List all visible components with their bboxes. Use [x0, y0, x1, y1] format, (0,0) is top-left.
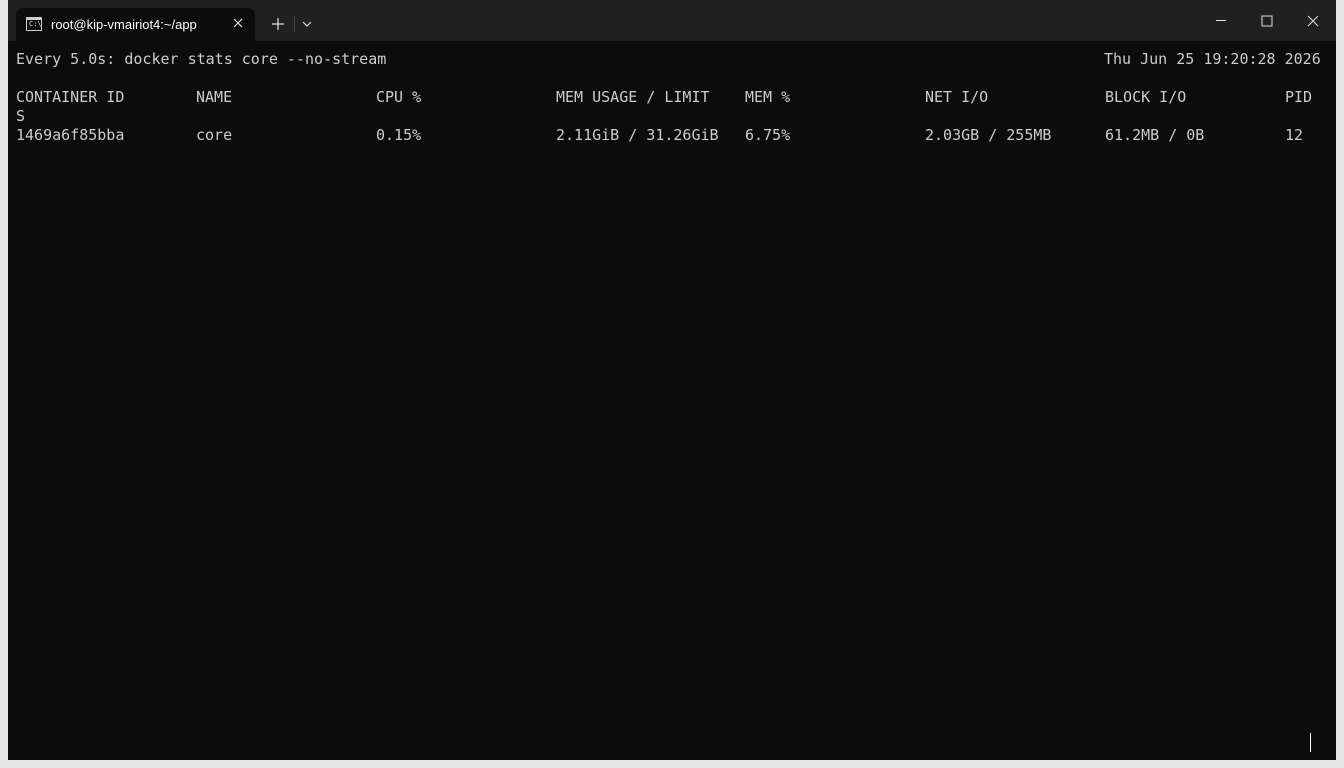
header-container-id: CONTAINER ID [16, 88, 125, 106]
close-icon [1307, 15, 1319, 27]
watch-datetime: Thu Jun 25 19:20:28 2026 [1104, 50, 1321, 68]
header-mem-usage: MEM USAGE / LIMIT [556, 88, 710, 106]
header-wrap-char: S [16, 107, 26, 125]
close-tab-icon[interactable] [229, 14, 247, 32]
chevron-down-icon [302, 21, 312, 27]
cell-name: core [196, 126, 233, 144]
maximize-icon [1261, 15, 1273, 27]
header-block-io: BLOCK I/O [1105, 88, 1187, 106]
close-window-button[interactable] [1290, 0, 1336, 41]
header-cpu: CPU % [376, 88, 422, 106]
header-pids: PID [1285, 88, 1313, 106]
tab-terminal[interactable]: C:\ root@kip-vmairiot4:~/app [16, 8, 255, 41]
minimize-icon [1216, 20, 1226, 21]
cell-mem-pct: 6.75% [745, 126, 791, 144]
cell-container-id: 1469a6f85bba [16, 126, 125, 144]
terminal-icon-text: C:\ [29, 20, 42, 28]
terminal-output[interactable]: Every 5.0s: docker stats core --no-strea… [16, 41, 1328, 760]
header-name: NAME [196, 88, 233, 106]
text-cursor [1310, 733, 1311, 752]
cell-pids: 12 [1285, 126, 1304, 144]
header-net-io: NET I/O [925, 88, 989, 106]
header-mem-pct: MEM % [745, 88, 791, 106]
cell-net-io: 2.03GB / 255MB [925, 126, 1052, 144]
tab-dropdown-button[interactable] [293, 10, 321, 38]
terminal-icon: C:\ [26, 17, 42, 31]
watch-command-line: Every 5.0s: docker stats core --no-strea… [16, 50, 387, 68]
minimize-button[interactable] [1198, 0, 1244, 41]
cell-mem-usage: 2.11GiB / 31.26GiB [556, 126, 719, 144]
title-bar[interactable]: C:\ root@kip-vmairiot4:~/app [8, 0, 1336, 41]
cell-cpu: 0.15% [376, 126, 422, 144]
cell-block-io: 61.2MB / 0B [1105, 126, 1205, 144]
maximize-button[interactable] [1244, 0, 1290, 41]
plus-icon [272, 18, 284, 30]
tab-title: root@kip-vmairiot4:~/app [51, 17, 197, 32]
terminal-window: C:\ root@kip-vmairiot4:~/app Every 5.0s:… [8, 0, 1336, 760]
new-tab-button[interactable] [264, 10, 292, 38]
